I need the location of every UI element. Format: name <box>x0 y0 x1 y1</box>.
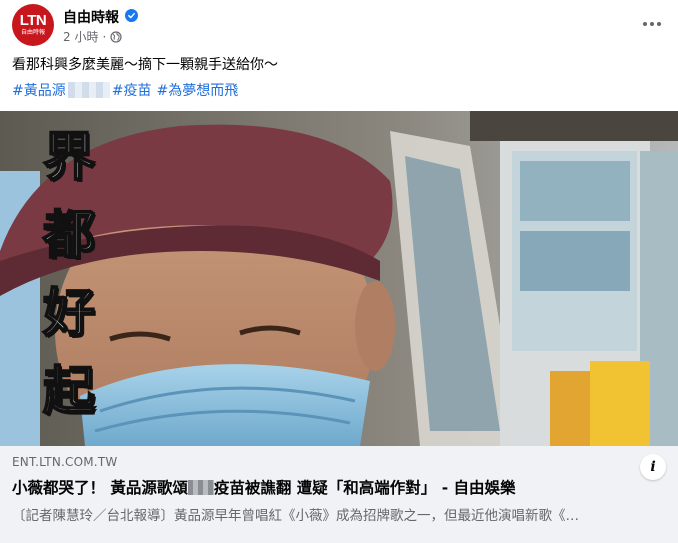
caption-char: 起 <box>42 360 96 423</box>
more-dot-icon <box>657 22 661 26</box>
video-caption-overlay: 界 都 好 起 <box>34 119 104 431</box>
verified-badge-icon <box>125 9 138 22</box>
hashtag-link[interactable]: #為夢想而飛 <box>156 80 238 100</box>
headline-prefix: 小薇都哭了！ 黃品源歌頌 <box>12 479 188 497</box>
avatar-logo-subtext: 自由時報 <box>20 29 45 36</box>
blurred-text <box>187 480 214 495</box>
link-headline[interactable]: 小薇都哭了！ 黃品源歌頌 疫苗被譙翻 遭疑「和高端作對」 - 自由娛樂 <box>12 476 516 498</box>
avatar-logo-text: LTN <box>19 12 47 29</box>
more-dot-icon <box>643 22 647 26</box>
video-thumbnail[interactable]: 界 都 好 起 <box>0 111 678 446</box>
link-preview[interactable]: ENT.LTN.COM.TW 小薇都哭了！ 黃品源歌頌 疫苗被譙翻 遭疑「和高端作… <box>0 446 678 543</box>
link-domain: ENT.LTN.COM.TW <box>12 455 118 469</box>
globe-icon[interactable] <box>110 30 122 43</box>
post-meta: 2 小時 · <box>63 28 122 45</box>
more-options-button[interactable] <box>638 10 666 38</box>
caption-char: 好 <box>42 282 96 345</box>
page-name-link[interactable]: 自由時報 <box>63 7 119 27</box>
caption-char: 都 <box>42 204 96 267</box>
hashtag-link[interactable]: #疫苗 <box>112 80 152 100</box>
meta-separator: · <box>102 29 107 44</box>
page-avatar[interactable]: LTN 自由時報 <box>12 4 54 46</box>
hashtag-row: #黃品源 #疫苗 #為夢想而飛 <box>12 80 238 100</box>
post-text: 看那科興多麼美麗～摘下一顆親手送給你～ <box>12 57 278 73</box>
caption-char: 界 <box>42 126 96 189</box>
facebook-post: LTN 自由時報 自由時報 2 小時 · 看那科興多麼美麗～摘下一顆親手送給你～… <box>0 0 678 543</box>
hashtag-link[interactable]: #黃品源 <box>12 80 66 100</box>
blurred-text <box>67 82 110 98</box>
headline-suffix: 疫苗被譙翻 遭疑「和高端作對」 - 自由娛樂 <box>213 479 516 497</box>
post-timestamp[interactable]: 2 小時 <box>63 28 98 45</box>
info-icon[interactable]: i <box>640 454 666 480</box>
link-description: 〔記者陳慧玲／台北報導〕黃品源早年曾唱紅《小薇》成為招牌歌之一，但最近他演唱新歌… <box>12 508 579 524</box>
more-dot-icon <box>650 22 654 26</box>
